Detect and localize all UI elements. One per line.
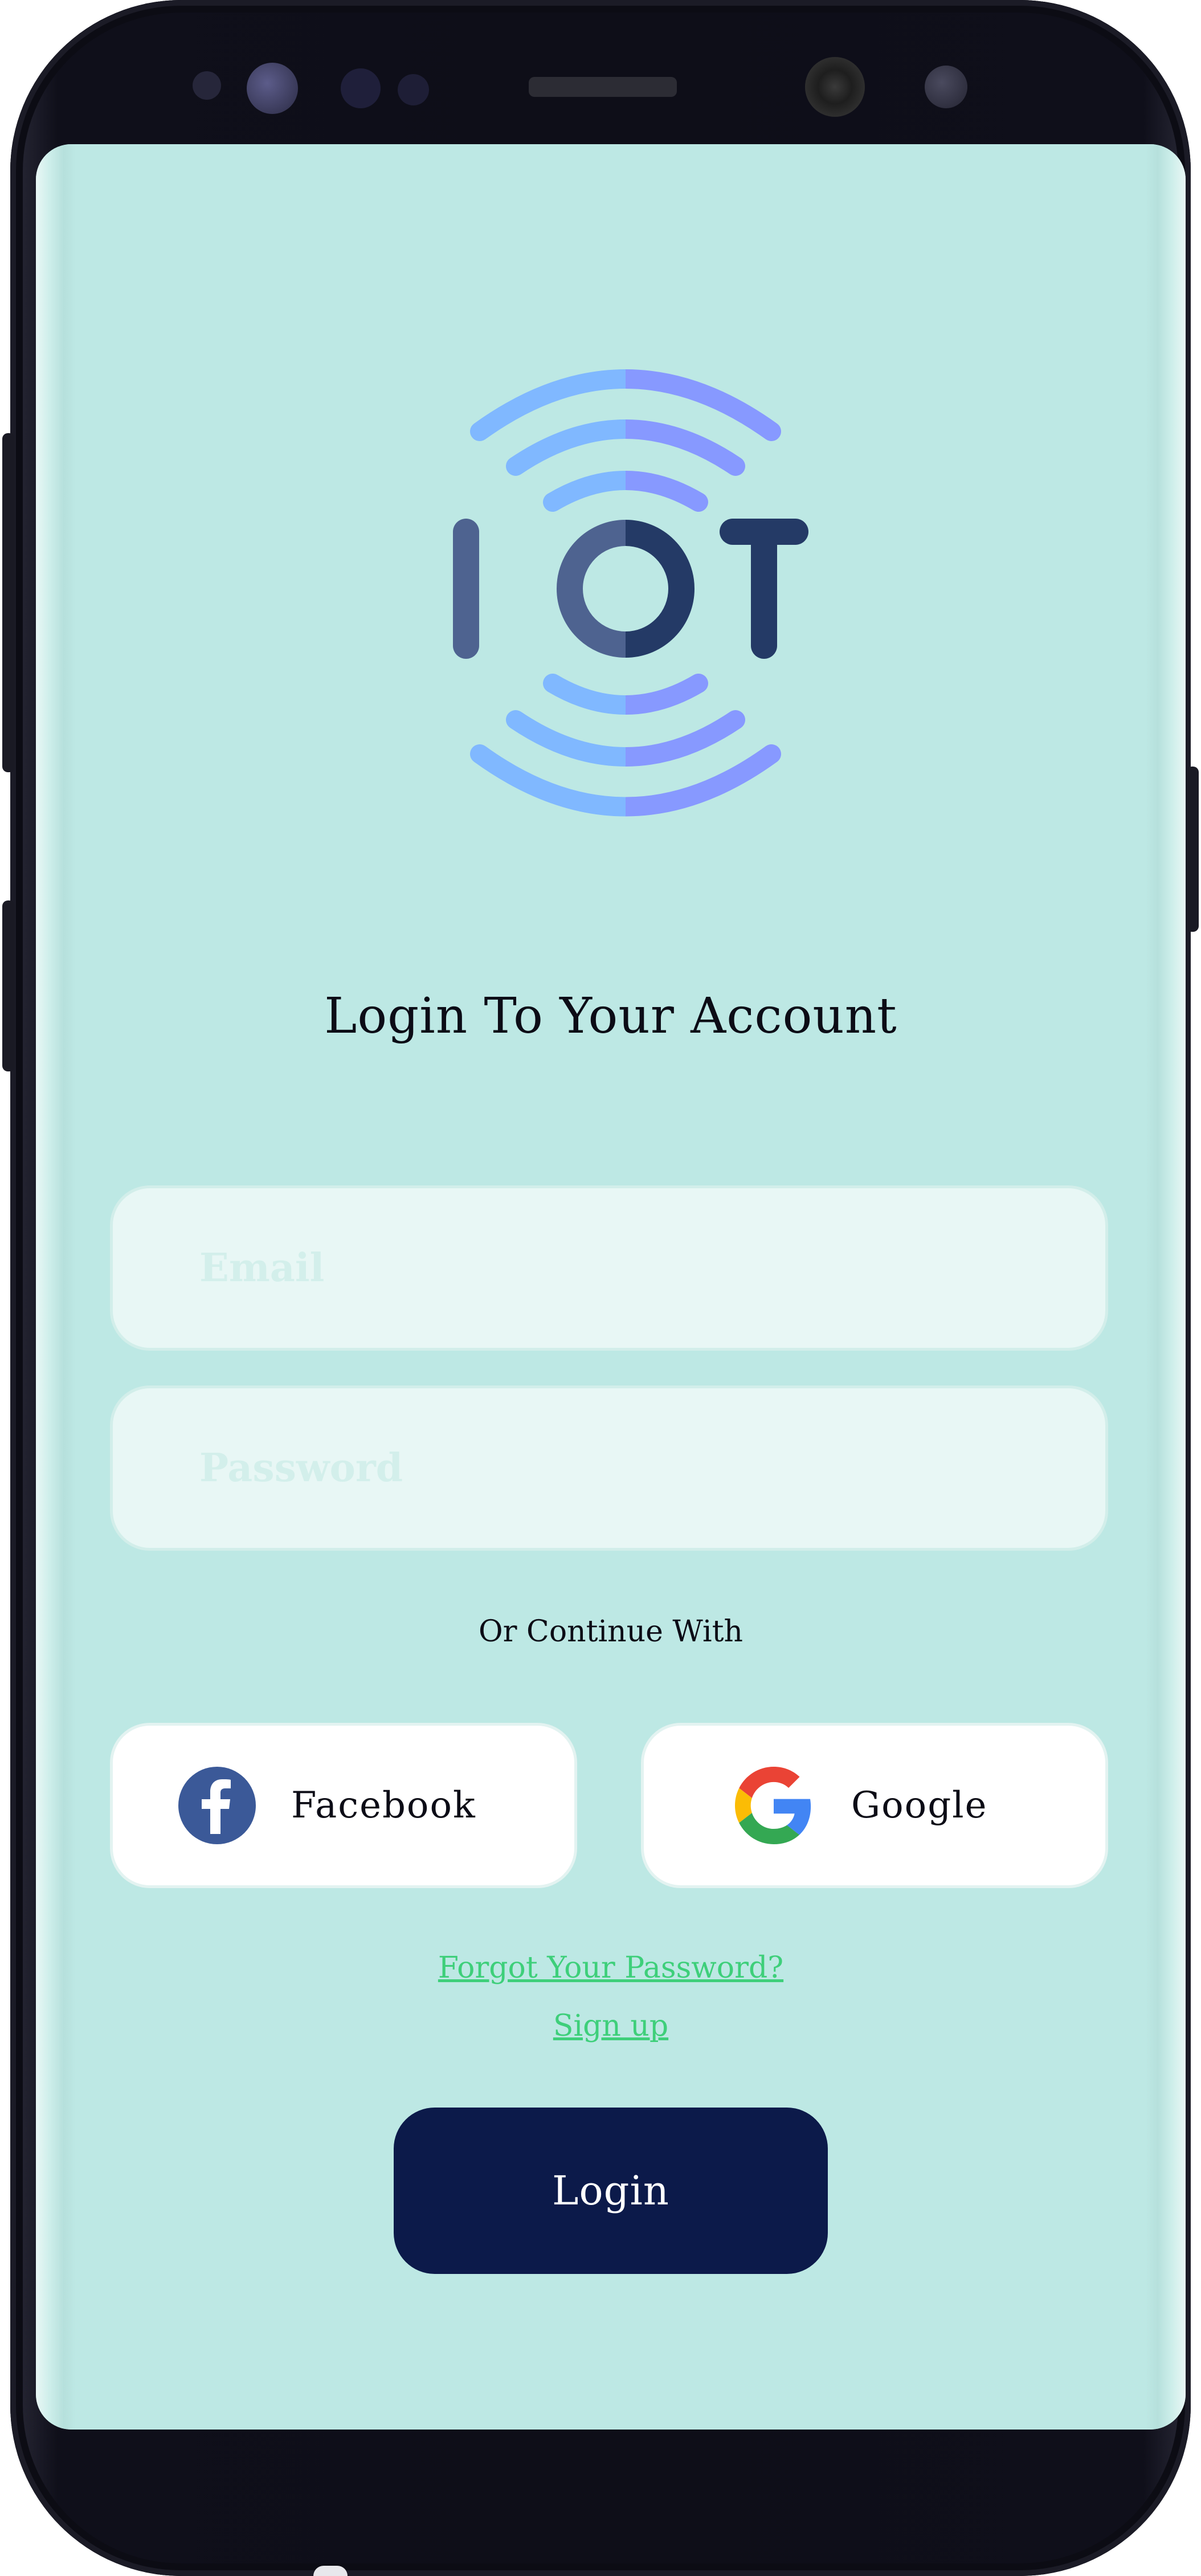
password-input[interactable] bbox=[198, 1445, 1105, 1491]
forgot-password-link[interactable]: Forgot Your Password? bbox=[36, 1951, 1186, 1985]
proximity-sensor bbox=[925, 66, 967, 108]
signup-link[interactable]: Sign up bbox=[36, 2009, 1186, 2043]
facebook-label: Facebook bbox=[291, 1784, 476, 1827]
screen-edge-curve bbox=[36, 144, 76, 2430]
facebook-login-button[interactable]: Facebook bbox=[110, 1723, 577, 1888]
bottom-notch bbox=[313, 2566, 348, 2576]
app-screen: Login To Your Account Or Continue With F… bbox=[36, 144, 1186, 2430]
facebook-icon bbox=[178, 1767, 256, 1844]
bixby-button bbox=[2, 900, 15, 1071]
email-input[interactable] bbox=[198, 1245, 1105, 1291]
front-camera bbox=[805, 57, 865, 117]
logo-letter-o bbox=[557, 520, 695, 658]
volume-up-button bbox=[2, 433, 15, 772]
power-button bbox=[1186, 767, 1199, 932]
email-field[interactable] bbox=[110, 1185, 1108, 1351]
iot-logo bbox=[453, 369, 808, 817]
page-title: Login To Your Account bbox=[324, 988, 897, 1045]
screen-edge-curve bbox=[1146, 144, 1186, 2430]
google-login-button[interactable]: Google bbox=[641, 1723, 1108, 1888]
google-icon bbox=[735, 1767, 811, 1844]
logo-letter-t bbox=[720, 519, 808, 659]
password-field[interactable] bbox=[110, 1385, 1108, 1551]
sensor-dot bbox=[341, 68, 381, 108]
earpiece-speaker bbox=[529, 77, 677, 97]
or-continue-with-label: Or Continue With bbox=[479, 1615, 743, 1649]
login-button[interactable]: Login bbox=[394, 2108, 828, 2274]
google-label: Google bbox=[851, 1784, 988, 1827]
iris-sensor bbox=[247, 63, 298, 114]
sensor-dot bbox=[193, 71, 221, 100]
sensor-dot bbox=[398, 74, 429, 105]
phone-frame: Login To Your Account Or Continue With F… bbox=[2, 0, 1199, 2576]
